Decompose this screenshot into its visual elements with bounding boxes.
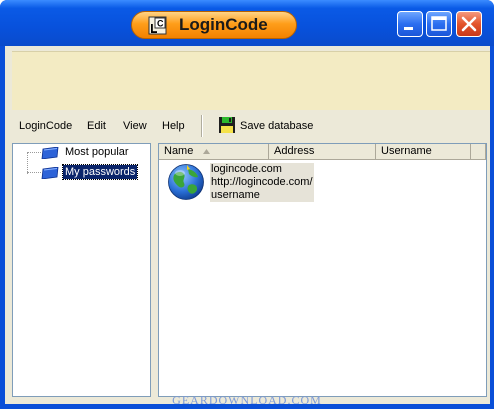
entry-details: logincode.com http://logincode.com/ user… (210, 163, 314, 202)
globe-icon (168, 164, 204, 200)
svg-text:C: C (157, 19, 164, 29)
column-header-label: Address (274, 145, 315, 157)
toolbar-separator (201, 115, 203, 137)
tree-item-my-passwords[interactable]: My passwords (13, 164, 143, 182)
window-client-area: LoginCode Edit View Help Save database M… (5, 46, 490, 404)
entry-name: logincode.com (211, 163, 282, 175)
banner-area (12, 51, 490, 110)
close-icon (461, 16, 477, 32)
column-header-filler (471, 144, 486, 160)
tree-item-label: Most popular (65, 146, 129, 158)
entries-list[interactable]: Name Address Username logincode.com http… (158, 143, 487, 397)
window-title: LoginCode (179, 15, 268, 34)
close-button[interactable] (456, 11, 482, 37)
logincode-app-icon: C (148, 16, 167, 35)
entry-address: http://logincode.com/ (211, 176, 313, 188)
maximize-icon (431, 16, 447, 31)
list-item[interactable]: logincode.com http://logincode.com/ user… (167, 163, 327, 211)
title-bar[interactable]: C LoginCode (0, 0, 494, 46)
column-header-label: Username (381, 145, 432, 157)
folder-icon (41, 167, 59, 179)
menu-toolbar: LoginCode Edit View Help Save database (12, 110, 490, 140)
minimize-icon (404, 27, 413, 30)
column-header-address[interactable]: Address (269, 144, 376, 160)
entry-username: username (211, 189, 260, 201)
menu-view[interactable]: View (123, 120, 147, 132)
save-database-button[interactable]: Save database (240, 120, 313, 132)
column-header-name[interactable]: Name (159, 144, 269, 160)
column-header-label: Name (164, 145, 194, 157)
folder-icon (41, 147, 59, 159)
floppy-disk-icon[interactable] (218, 116, 236, 134)
folder-tree[interactable]: Most popular My passwords (12, 143, 151, 397)
app-window: C LoginCode LoginCode Edit View Help Sav… (0, 0, 494, 409)
minimize-button[interactable] (397, 11, 423, 37)
tree-connector (27, 172, 41, 174)
tree-connector (27, 152, 41, 154)
sort-ascending-icon (203, 149, 210, 154)
maximize-button[interactable] (426, 11, 452, 37)
column-header-username[interactable]: Username (376, 144, 471, 160)
tree-item-label: My passwords (61, 164, 139, 180)
tree-item-most-popular[interactable]: Most popular (13, 144, 143, 162)
watermark: GEARDOWNLOAD.COM (172, 393, 322, 407)
pane-splitter[interactable] (151, 143, 158, 397)
menu-edit[interactable]: Edit (87, 120, 106, 132)
menu-logincode[interactable]: LoginCode (19, 120, 72, 132)
menu-help[interactable]: Help (162, 120, 185, 132)
title-badge: C LoginCode (131, 11, 297, 39)
